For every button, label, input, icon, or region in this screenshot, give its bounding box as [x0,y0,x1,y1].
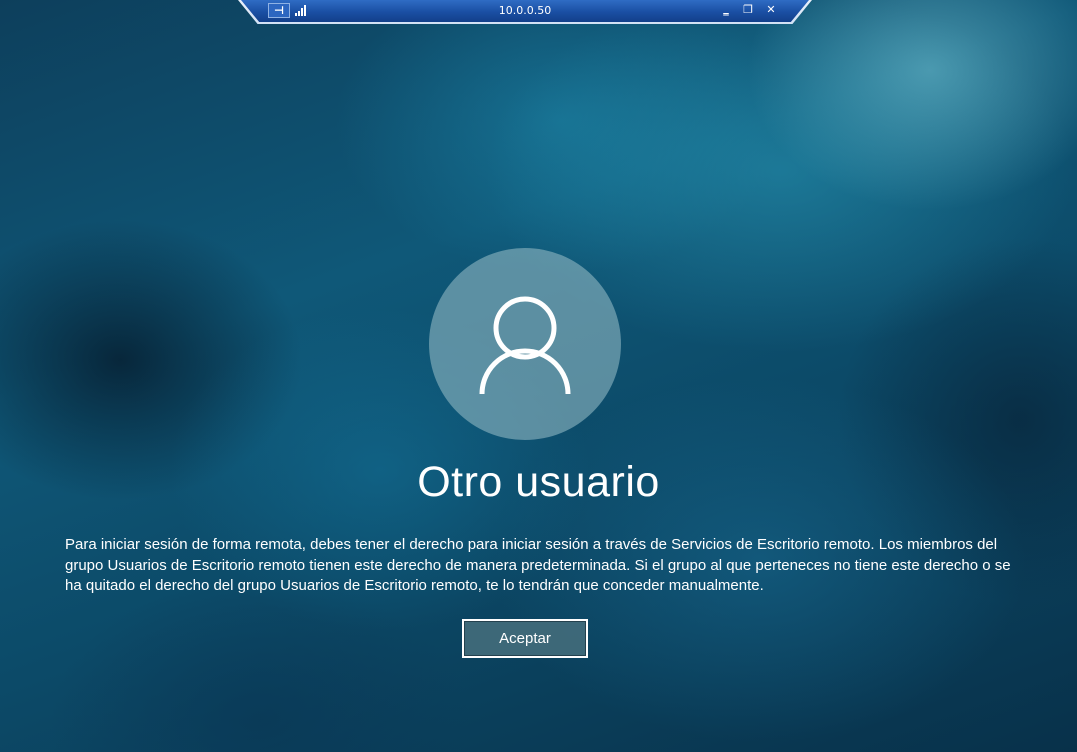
restore-icon[interactable]: ❐ [740,2,756,18]
remote-desktop-screen: ⊣ 10.0.0.50 ‗ ❐ ✕ Otro usuario Para inic… [0,0,1077,752]
user-avatar [429,248,621,440]
accept-button[interactable]: Aceptar [462,619,588,658]
connection-bar: ⊣ 10.0.0.50 ‗ ❐ ✕ [238,0,812,24]
user-name: Otro usuario [417,458,660,506]
user-silhouette-icon [479,296,571,395]
error-message: Para iniciar sesión de forma remota, deb… [65,536,1011,594]
minimize-icon[interactable]: ‗ [718,2,734,18]
close-icon[interactable]: ✕ [763,2,779,18]
